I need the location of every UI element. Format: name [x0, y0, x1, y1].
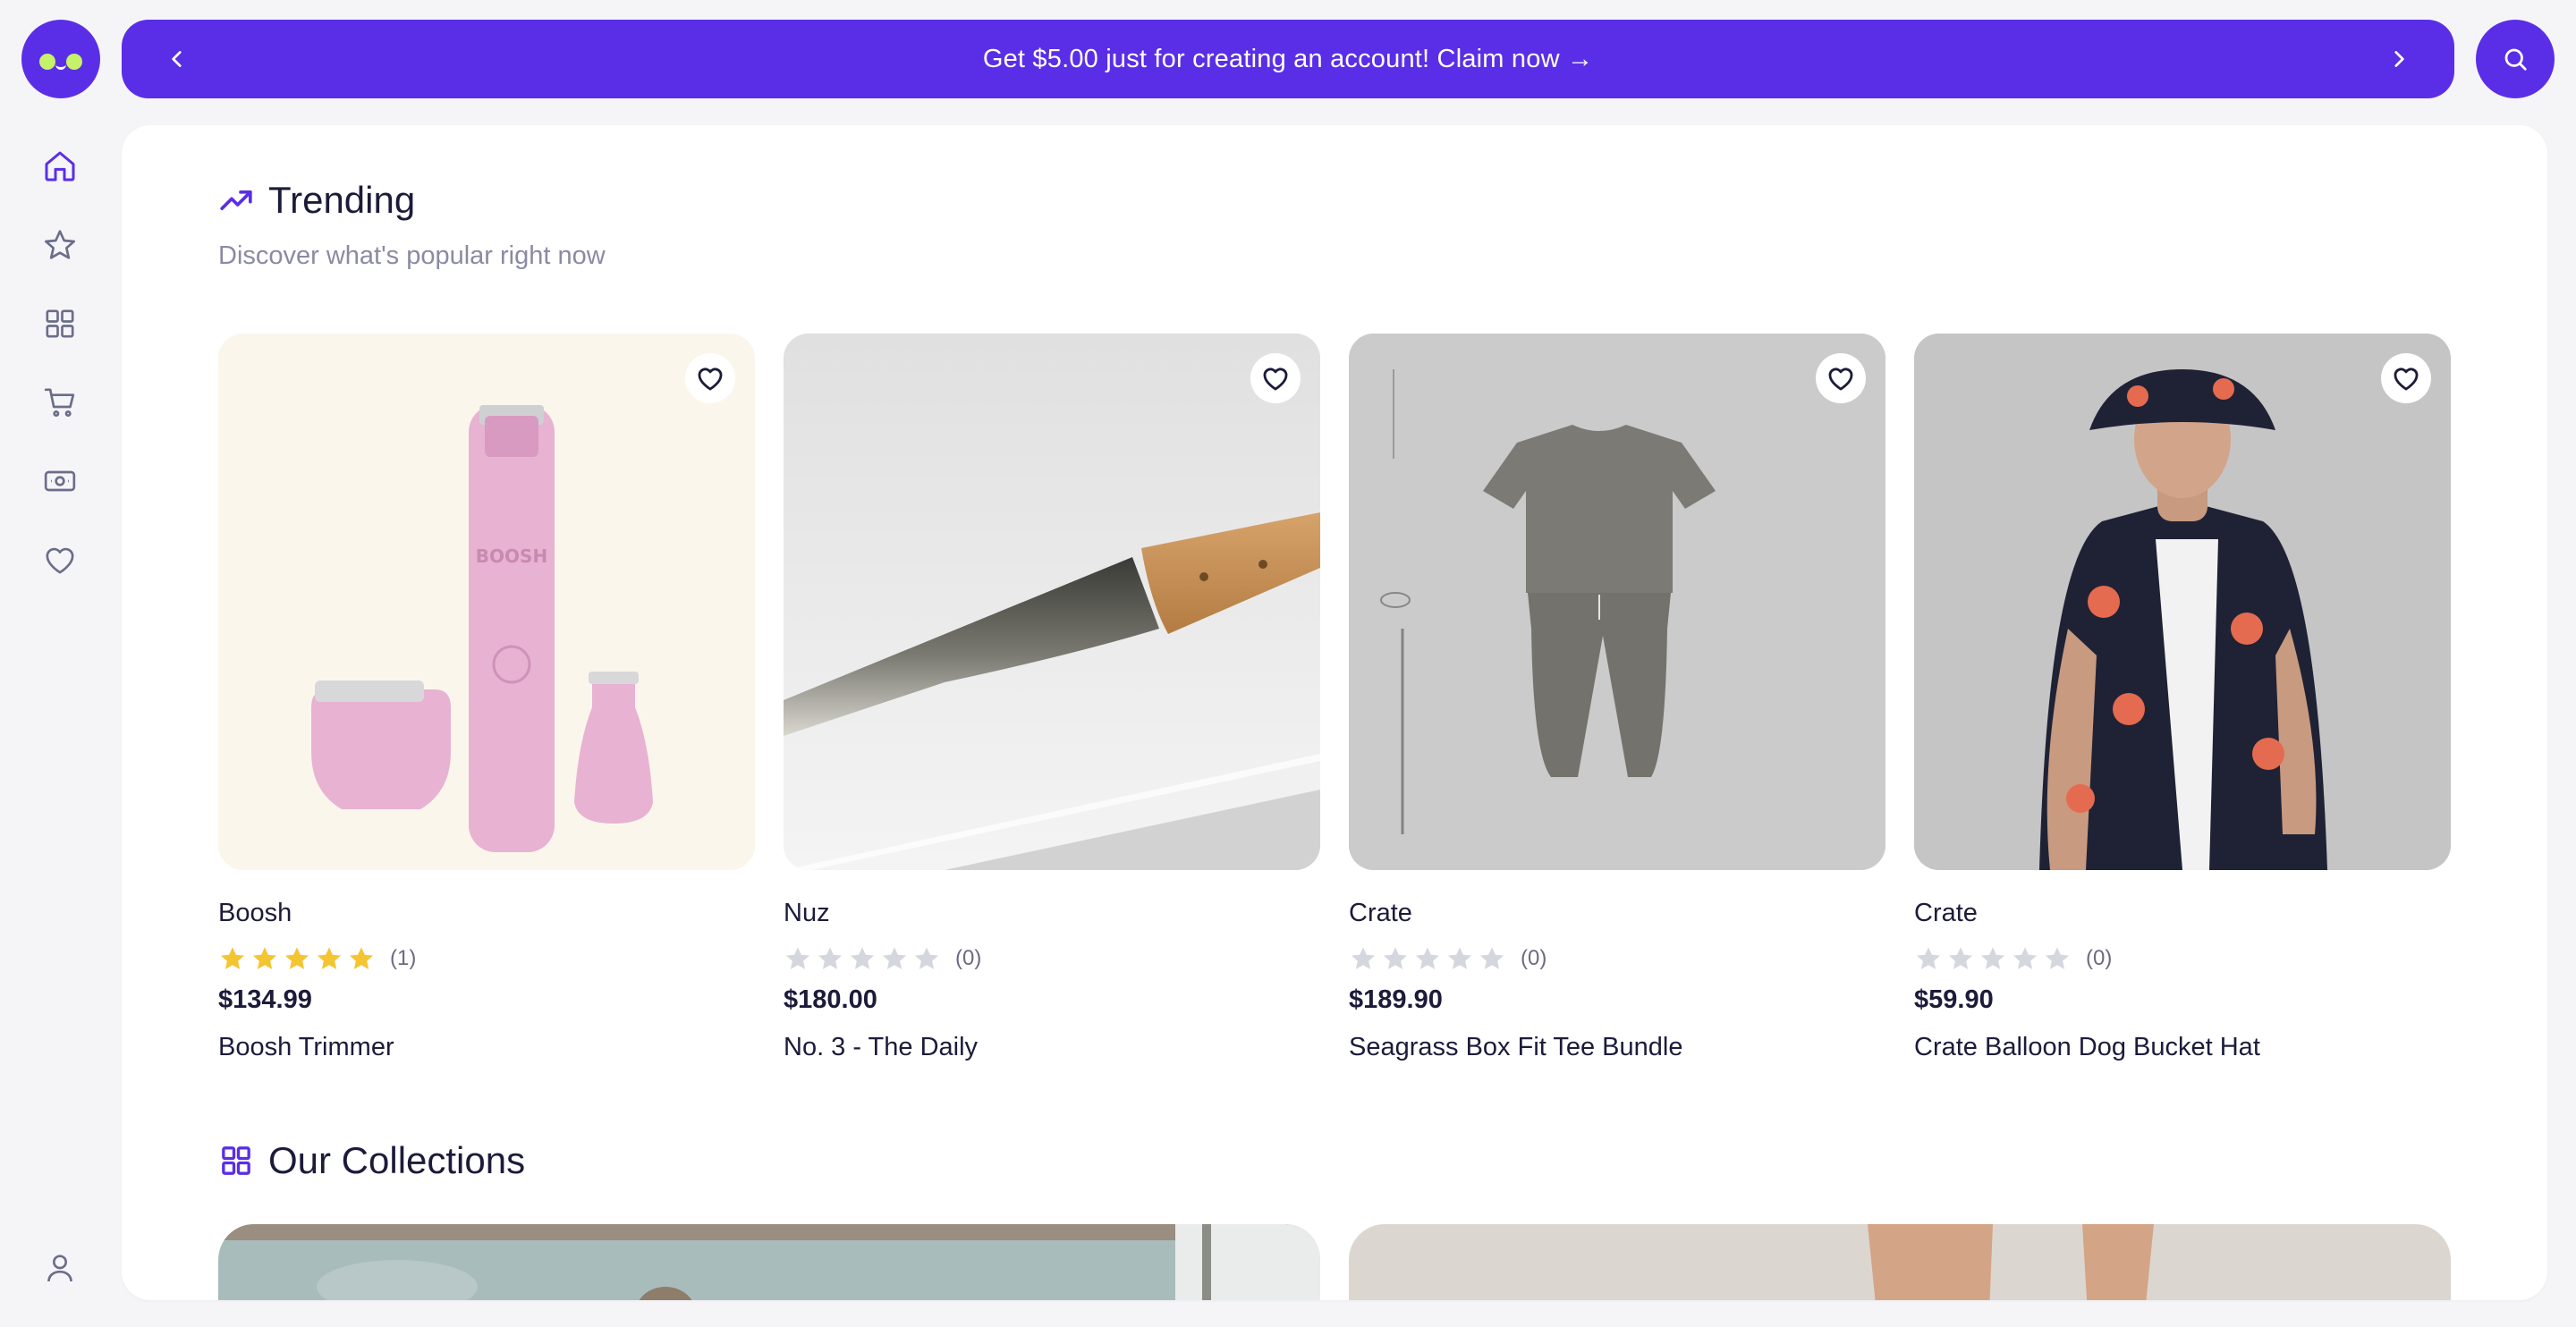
sidebar-item-categories[interactable]	[38, 302, 81, 345]
sidebar-item-cart[interactable]	[38, 381, 81, 424]
home-icon	[45, 151, 75, 182]
favorite-button[interactable]	[685, 353, 735, 403]
logo-mouth	[55, 63, 66, 70]
tee-bundle-photo	[1349, 334, 1885, 870]
product-rating: (0)	[1914, 944, 2451, 973]
logo-eye-right	[66, 54, 82, 70]
star-empty-icon	[1383, 947, 1408, 969]
product-price: $189.90	[1349, 985, 1443, 1014]
chevron-right-icon	[2394, 51, 2404, 67]
product-name[interactable]: Boosh Trimmer	[218, 1033, 755, 1062]
promo-banner[interactable]: Get $5.00 just for creating an account! …	[122, 20, 2454, 98]
product-brand[interactable]: Nuz	[784, 899, 1320, 928]
sidebar-item-home[interactable]	[38, 145, 81, 188]
product-card[interactable]: BOOSH Boosh (1) $134.99 Boosh Trimmer	[218, 334, 755, 1062]
product-image[interactable]	[1349, 334, 1885, 870]
knife-photo	[784, 334, 1320, 870]
product-rating: (0)	[1349, 944, 1885, 973]
collection-card[interactable]	[1349, 1224, 2451, 1300]
product-rating: (1)	[218, 944, 755, 973]
svg-text:BOOSH: BOOSH	[476, 545, 547, 567]
cash-icon	[44, 470, 76, 492]
star-empty-icon	[1351, 947, 1376, 969]
product-price: $134.99	[218, 985, 312, 1014]
star-filled-icon	[220, 947, 245, 969]
bucket-hat-photo	[1914, 334, 2451, 870]
star-empty-icon	[818, 947, 843, 969]
product-card[interactable]: Crate (0) $59.90 Crate Balloon Dog Bucke…	[1914, 334, 2451, 1062]
grid-icon	[222, 1146, 250, 1175]
sidebar-item-favorites[interactable]	[38, 224, 81, 266]
star-empty-icon	[1415, 947, 1440, 969]
chevron-left-icon	[172, 51, 182, 67]
favorite-button[interactable]	[1816, 353, 1866, 403]
user-icon	[47, 1255, 72, 1282]
banner-text[interactable]: Get $5.00 just for creating an account! …	[983, 45, 1593, 74]
star-empty-icon	[914, 947, 939, 969]
search-button[interactable]	[2476, 20, 2555, 98]
star-filled-icon	[349, 947, 374, 969]
favorite-button[interactable]	[2381, 353, 2431, 403]
product-brand[interactable]: Crate	[1349, 899, 1885, 928]
product-rating: (0)	[784, 944, 1320, 973]
product-brand[interactable]: Boosh	[218, 899, 755, 928]
star-filled-icon	[252, 947, 277, 969]
heart-icon	[1263, 368, 1288, 391]
product-price: $180.00	[784, 985, 877, 1014]
review-count: (0)	[955, 946, 982, 970]
star-empty-icon	[1916, 947, 1941, 969]
heart-icon	[1828, 368, 1853, 391]
review-count: (1)	[390, 946, 417, 970]
product-brand[interactable]: Crate	[1914, 899, 2451, 928]
review-count: (0)	[1521, 946, 1547, 970]
star-empty-icon	[2012, 947, 2038, 969]
trimmer-photo: BOOSH	[218, 334, 755, 870]
logo-eye-left	[39, 54, 55, 70]
product-card[interactable]: Crate (0) $189.90 Seagrass Box Fit Tee B…	[1349, 334, 1885, 1062]
main-content: Trending Discover what's popular right n…	[122, 125, 2547, 1300]
star-empty-icon	[1948, 947, 1973, 969]
collection-photo	[1349, 1224, 2451, 1300]
product-name[interactable]: Crate Balloon Dog Bucket Hat	[1914, 1033, 2451, 1062]
star-icon	[44, 230, 75, 259]
star-empty-icon	[882, 947, 907, 969]
heart-icon	[46, 547, 74, 574]
heart-icon	[2394, 368, 2419, 391]
collection-photo	[218, 1224, 1320, 1300]
search-icon	[2504, 48, 2527, 71]
star-empty-icon	[2045, 947, 2070, 969]
collection-card[interactable]	[218, 1224, 1320, 1300]
collections-title: Our Collections	[268, 1139, 526, 1181]
sidebar-item-wishlist[interactable]	[38, 538, 81, 581]
product-image[interactable]: BOOSH	[218, 334, 755, 870]
sidebar-item-rewards[interactable]	[38, 460, 81, 503]
grid-icon	[46, 309, 74, 338]
product-image[interactable]	[784, 334, 1320, 870]
star-filled-icon	[317, 947, 342, 969]
logo[interactable]	[21, 20, 100, 98]
heart-icon	[698, 368, 723, 391]
product-name[interactable]: Seagrass Box Fit Tee Bundle	[1349, 1033, 1885, 1062]
product-image[interactable]	[1914, 334, 2451, 870]
banner-next-button[interactable]	[2379, 39, 2419, 79]
star-empty-icon	[785, 947, 810, 969]
star-filled-icon	[284, 947, 309, 969]
star-empty-icon	[1479, 947, 1504, 969]
product-price: $59.90	[1914, 985, 1994, 1014]
star-empty-icon	[1980, 947, 2005, 969]
sidebar-item-account[interactable]	[38, 1247, 81, 1289]
trending-title: Trending	[268, 179, 416, 221]
cart-icon	[44, 388, 75, 418]
star-empty-icon	[850, 947, 875, 969]
trending-up-icon	[220, 190, 252, 210]
review-count: (0)	[2086, 946, 2113, 970]
product-name[interactable]: No. 3 - The Daily	[784, 1033, 1320, 1062]
favorite-button[interactable]	[1250, 353, 1301, 403]
product-card[interactable]: Nuz (0) $180.00 No. 3 - The Daily	[784, 334, 1320, 1062]
trending-heading: Trending	[218, 179, 415, 222]
star-empty-icon	[1447, 947, 1472, 969]
collections-heading: Our Collections	[218, 1139, 525, 1182]
trending-subtitle: Discover what's popular right now	[218, 241, 606, 270]
banner-prev-button[interactable]	[157, 39, 197, 79]
